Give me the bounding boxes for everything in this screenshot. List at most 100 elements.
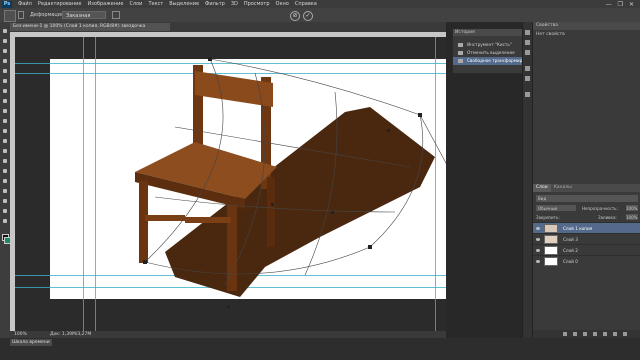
timeline-tab[interactable]: Шкала времени (10, 339, 52, 346)
menu-edit[interactable]: Редактирование (38, 1, 82, 7)
history-item-label: Свободное трансформир... (467, 58, 527, 63)
properties-empty-text: Нет свойств (536, 32, 565, 37)
eraser-tool-icon[interactable] (2, 128, 8, 134)
menu-help[interactable]: Справка (295, 1, 317, 7)
clone-stamp-tool-icon[interactable] (2, 108, 8, 114)
opacity-value[interactable]: 100% (626, 205, 638, 211)
tab-layers[interactable]: Слои (533, 184, 551, 192)
menu-text[interactable]: Текст (148, 1, 163, 7)
close-icon[interactable]: ✕ (629, 1, 634, 8)
layer-thumbnail (544, 235, 558, 244)
minimize-icon[interactable]: — (606, 1, 612, 8)
cancel-transform-icon[interactable]: ⊘ (290, 11, 300, 21)
tab-channels[interactable]: Каналы (551, 184, 575, 192)
menu-layers[interactable]: Слои (129, 1, 142, 7)
menu-file[interactable]: Файл (18, 1, 32, 7)
dodge-tool-icon[interactable] (2, 158, 8, 164)
history-panel: История Инструмент "Кисть" Отменить выде… (452, 28, 527, 74)
move-tool-icon[interactable] (2, 28, 8, 34)
menu-view[interactable]: Просмотр (244, 1, 270, 7)
adjustment-layer-icon[interactable] (593, 332, 597, 336)
menu-bar: Ps Файл Редактирование Изображение Слои … (0, 0, 640, 8)
zoom-level[interactable]: 100% (14, 331, 27, 338)
panel-dock (522, 22, 532, 338)
document-tab[interactable]: Без-имени-1 @ 100% (Слой 1 копия, RGB/8#… (10, 23, 170, 31)
photoshop-logo: Ps (2, 0, 12, 8)
adjustments-icon[interactable] (525, 50, 530, 55)
new-layer-icon[interactable] (613, 332, 617, 336)
delete-layer-icon[interactable] (623, 332, 627, 336)
blend-opacity-row: Обычные Непрозрачность: 100% (536, 205, 638, 212)
history-brush-tool-icon[interactable] (2, 118, 8, 124)
status-bar: 100% Док: 1,39M/3,27M (10, 331, 446, 338)
pen-tool-icon[interactable] (2, 168, 8, 174)
link-layers-icon[interactable] (563, 332, 567, 336)
eyedropper-tool-icon[interactable] (2, 78, 8, 84)
canvas-area[interactable] (15, 37, 446, 331)
visibility-eye-icon[interactable] (536, 227, 540, 230)
layer-style-icon[interactable] (573, 332, 577, 336)
blend-mode-dropdown[interactable]: Обычные (536, 205, 576, 211)
brush-tool-icon[interactable] (2, 98, 8, 104)
hand-tool-icon[interactable] (2, 208, 8, 214)
menu-image[interactable]: Изображение (87, 1, 123, 7)
timeline-panel (0, 338, 640, 360)
history-item-active[interactable]: Свободное трансформир... (453, 57, 527, 65)
transform-icon (458, 59, 463, 63)
visibility-eye-icon[interactable] (536, 249, 540, 252)
right-panel: Свойства Нет свойств Слои Каналы Вид Обы… (532, 22, 640, 338)
visibility-eye-icon[interactable] (536, 238, 540, 241)
deselect-icon (458, 51, 463, 55)
marquee-tool-icon[interactable] (2, 38, 8, 44)
visibility-eye-icon[interactable] (536, 260, 540, 263)
quick-select-tool-icon[interactable] (2, 58, 8, 64)
opacity-label: Непрозрачность: (582, 206, 618, 211)
group-icon[interactable] (603, 332, 607, 336)
restore-icon[interactable]: ❐ (618, 1, 623, 8)
history-item[interactable]: Инструмент "Кисть" (453, 41, 523, 49)
warp-mode-label: Деформация: (30, 12, 66, 18)
menu-select[interactable]: Выделение (169, 1, 199, 7)
layer-row[interactable]: Слой 0 (533, 255, 640, 267)
layer-filter-dropdown[interactable]: Вид (536, 195, 638, 202)
lock-label: Закрепить: (536, 215, 560, 220)
layer-name: Слой 0 (563, 259, 578, 264)
layer-thumbnail (544, 257, 558, 266)
layer-thumbnail (544, 246, 558, 255)
warp-toggle-icon[interactable] (18, 11, 24, 19)
history-panel-title[interactable]: История (453, 29, 523, 36)
transform-tool-icon[interactable] (4, 10, 16, 22)
fill-value[interactable]: 100% (626, 214, 638, 220)
options-bar: Деформация: Заказная ⊘ ✓ (0, 8, 640, 23)
crop-tool-icon[interactable] (2, 68, 8, 74)
warp-mode-dropdown[interactable]: Заказная (62, 11, 106, 19)
fill-label: Заливка: (598, 215, 617, 220)
menu-3d[interactable]: 3D (231, 1, 238, 7)
orientation-icon[interactable] (112, 11, 120, 19)
swatches-icon[interactable] (525, 40, 530, 45)
zoom-tool-icon[interactable] (2, 218, 8, 224)
history-item[interactable]: Отменить выделение (453, 49, 523, 57)
history-item-label: Инструмент "Кисть" (467, 42, 512, 47)
history-panel-icon[interactable] (525, 30, 530, 35)
gradient-tool-icon[interactable] (2, 138, 8, 144)
shape-tool-icon[interactable] (2, 198, 8, 204)
chair-artwork (135, 57, 446, 308)
type-tool-icon[interactable] (2, 178, 8, 184)
menu-filter[interactable]: Фильтр (205, 1, 225, 7)
mask-icon[interactable] (583, 332, 587, 336)
healing-tool-icon[interactable] (2, 88, 8, 94)
character-icon[interactable] (525, 66, 530, 71)
brush-presets-icon[interactable] (525, 92, 530, 97)
commit-transform-icon[interactable]: ✓ (303, 11, 313, 21)
layers-footer (533, 330, 640, 338)
path-select-tool-icon[interactable] (2, 188, 8, 194)
properties-panel-title[interactable]: Свойства (533, 22, 640, 30)
layers-tab-bar: Слои Каналы (533, 184, 640, 192)
lasso-tool-icon[interactable] (2, 48, 8, 54)
menu-window[interactable]: Окно (276, 1, 289, 7)
blur-tool-icon[interactable] (2, 148, 8, 154)
brush-icon (458, 43, 463, 47)
paragraph-icon[interactable] (525, 76, 530, 81)
document-size[interactable]: Док: 1,39M/3,27M (50, 331, 91, 338)
